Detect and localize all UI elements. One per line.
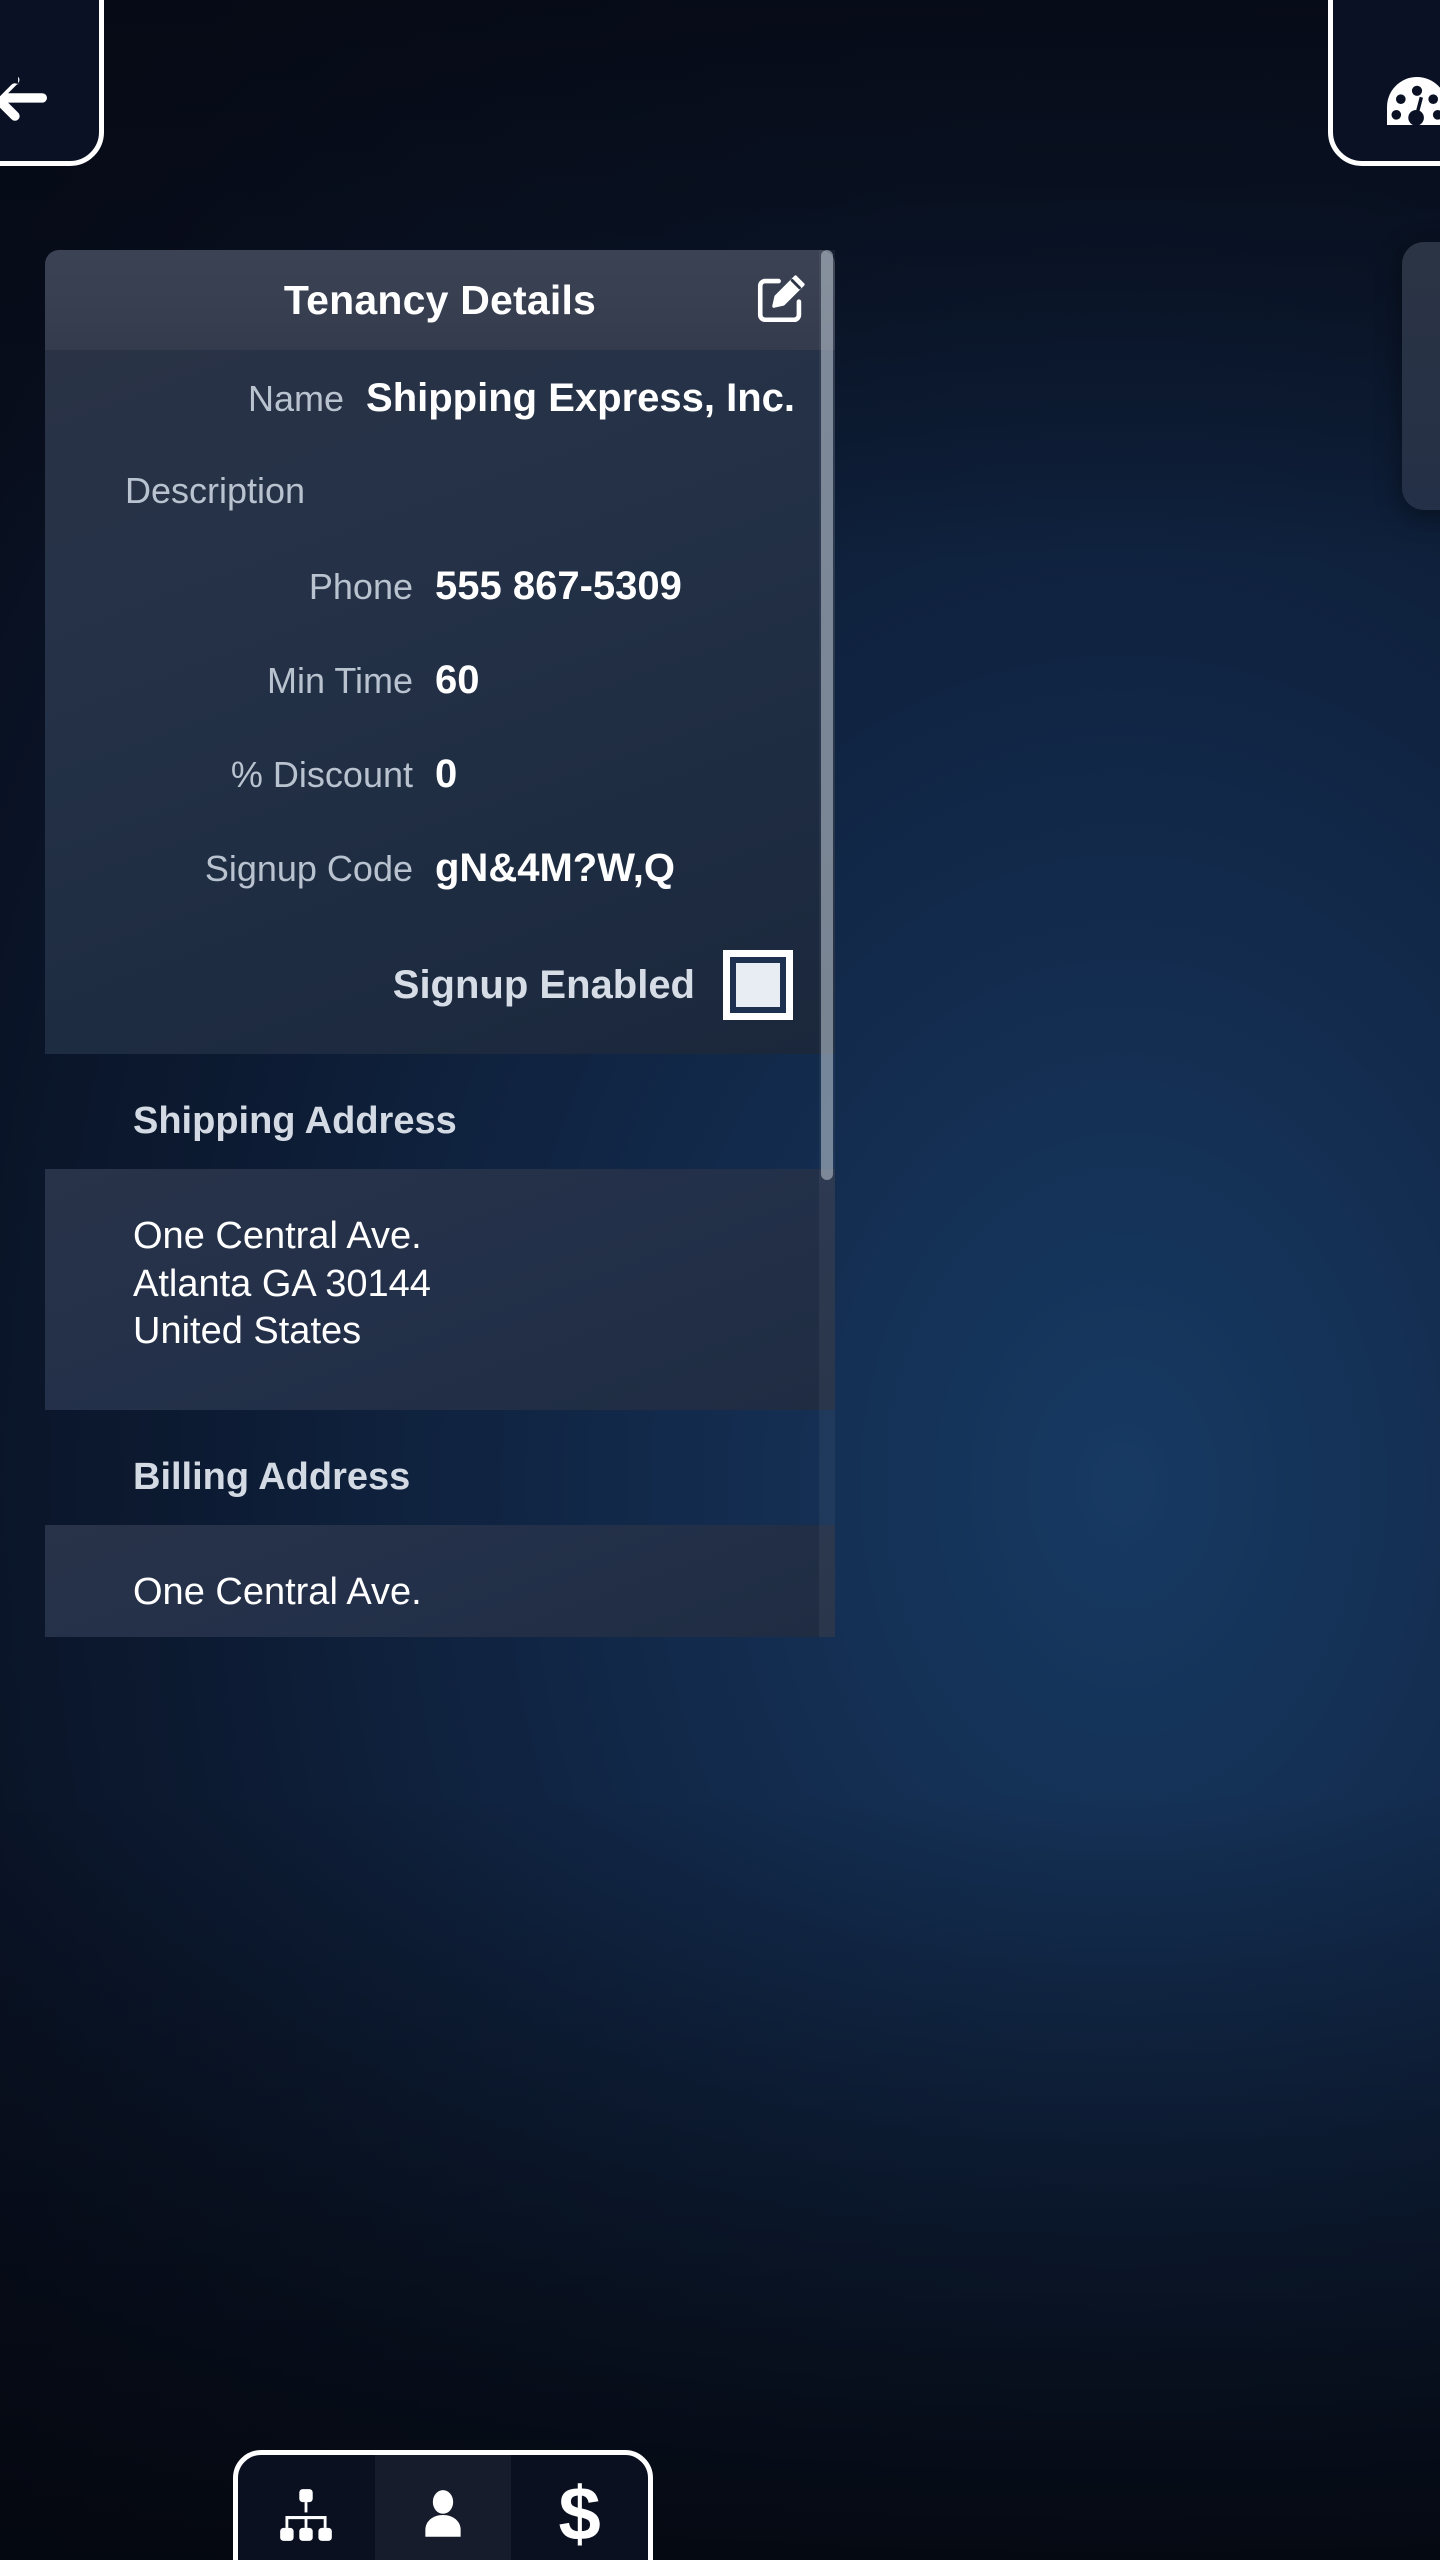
side-panel-peek[interactable] (1402, 242, 1440, 510)
sitemap-org-icon (275, 2484, 337, 2546)
checkbox-border (730, 957, 786, 1013)
detail-fields-panel: Name Shipping Express, Inc. Description … (45, 350, 835, 1054)
field-value: 60 (435, 658, 480, 702)
address-line: Atlanta GA 30144 (133, 1262, 431, 1305)
signup-enabled-checkbox[interactable] (723, 950, 793, 1020)
field-value: gN&4M?W,Q (435, 846, 675, 890)
page-title: Tenancy Details (283, 276, 597, 323)
checkbox-fill (736, 963, 780, 1007)
billing-address-title: Billing Address (133, 1455, 411, 1498)
app-root: Tenancy Details Name Shipping Express, I… (0, 0, 1440, 2560)
field-label: Description (125, 470, 306, 511)
edit-pencil-square-icon (753, 269, 811, 332)
tab-billing[interactable]: $ (511, 2455, 648, 2560)
field-row-discount: % Discount 0 (45, 752, 835, 816)
card-header: Tenancy Details (45, 250, 835, 350)
field-label: Phone (308, 566, 413, 607)
dashboard-button[interactable] (1328, 0, 1440, 166)
field-row-description: Description (45, 470, 835, 534)
tab-user[interactable] (374, 2455, 512, 2560)
field-label: Signup Code (204, 848, 413, 889)
signup-enabled-label: Signup Enabled (392, 962, 695, 1007)
address-line: One Central Ave. (133, 1215, 422, 1257)
field-label: % Discount (230, 754, 413, 795)
edit-button[interactable] (751, 269, 813, 331)
field-label: Min Time (266, 660, 413, 701)
shipping-address-block[interactable]: One Central Ave. Atlanta GA 30144 United… (45, 1169, 835, 1410)
scrollbar-thumb[interactable] (821, 250, 833, 1180)
field-value: 0 (435, 752, 458, 796)
field-value: 555 867-5309 (435, 564, 682, 608)
address-line: United States (133, 1310, 362, 1352)
billing-address-block[interactable]: One Central Ave. (45, 1524, 835, 1637)
gauge-dashboard-icon (1380, 71, 1440, 137)
user-person-icon (414, 2484, 472, 2546)
arrow-left-icon (0, 67, 58, 137)
address-line: One Central Ave. (133, 1570, 422, 1613)
field-row-min-time: Min Time 60 (45, 658, 835, 722)
shipping-address-title: Shipping Address (133, 1100, 457, 1142)
signup-enabled-row: Signup Enabled (45, 950, 835, 1020)
field-label: Name (247, 378, 345, 419)
field-row-signup-code: Signup Code gN&4M?W,Q (45, 846, 835, 910)
back-button[interactable] (0, 0, 104, 166)
field-value: Shipping Express, Inc. (366, 376, 795, 420)
bottom-tab-bar: $ (233, 2450, 653, 2560)
dollar-sign-icon: $ (558, 2472, 601, 2557)
field-row-name: Name Shipping Express, Inc. (45, 376, 835, 440)
tenancy-details-card: Tenancy Details Name Shipping Express, I… (45, 250, 835, 1637)
scrollbar[interactable] (819, 250, 835, 1637)
field-row-phone: Phone 555 867-5309 (45, 564, 835, 628)
tab-organization[interactable] (238, 2455, 375, 2560)
